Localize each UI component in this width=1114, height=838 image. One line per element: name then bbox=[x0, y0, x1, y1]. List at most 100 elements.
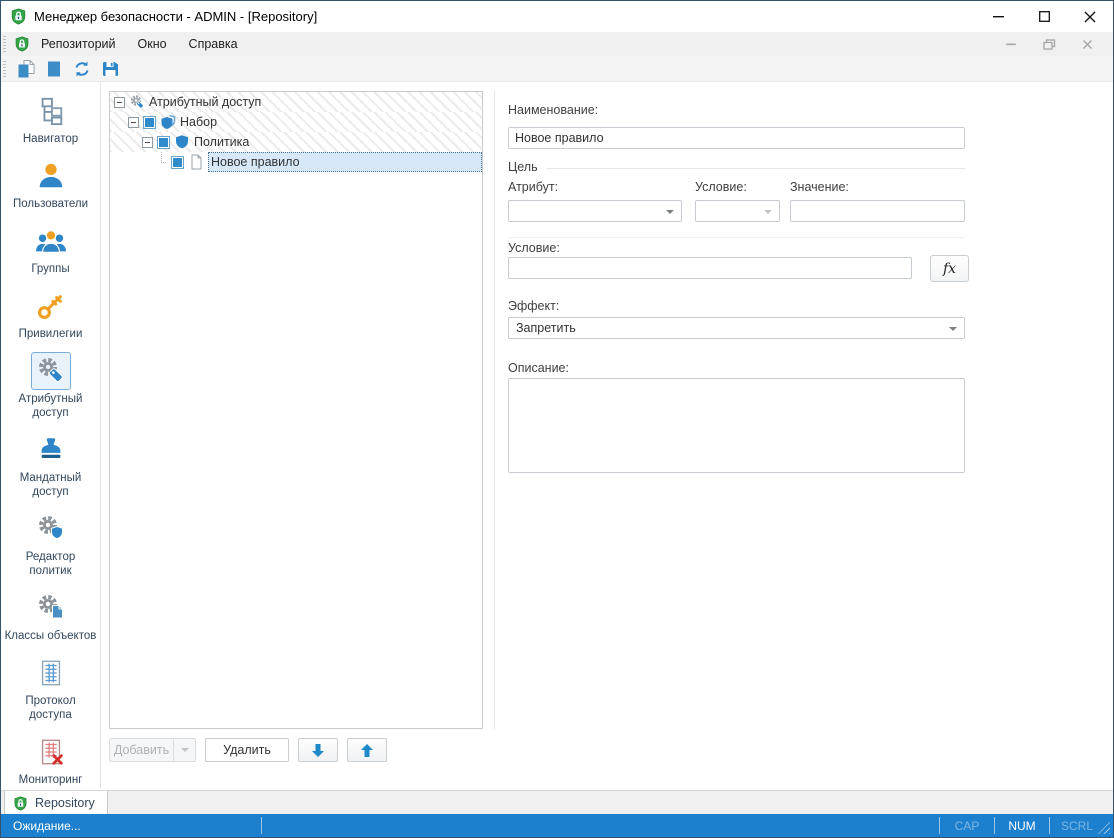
tree-checkbox[interactable] bbox=[143, 116, 156, 129]
copy-document-icon bbox=[16, 59, 36, 79]
group-divider bbox=[547, 168, 965, 169]
name-input[interactable] bbox=[508, 127, 965, 149]
tree-node-label: Новое правило bbox=[211, 155, 300, 169]
shield-stack-icon bbox=[160, 114, 176, 130]
save-icon bbox=[100, 59, 120, 79]
section-divider bbox=[508, 237, 965, 238]
caps-lock-indicator: CAP bbox=[950, 819, 984, 833]
user-icon bbox=[36, 161, 66, 191]
tree-checkbox[interactable] bbox=[171, 156, 184, 169]
sidebar-item-label: Навигатор bbox=[5, 132, 97, 146]
app-window: Менеджер безопасности - ADMIN - [Reposit… bbox=[0, 0, 1114, 838]
sidebar-item-object-classes[interactable]: Классы объектов bbox=[5, 589, 97, 643]
menu-repository[interactable]: Репозиторий bbox=[30, 32, 127, 56]
collapse-icon[interactable] bbox=[142, 137, 153, 148]
condition-dropdown[interactable] bbox=[695, 200, 780, 222]
status-bar: Ожидание... CAP NUM SCRL bbox=[1, 814, 1113, 837]
selected-tree-node[interactable]: Новое правило bbox=[208, 152, 482, 172]
value-label: Значение: bbox=[790, 180, 849, 194]
status-separator bbox=[994, 817, 995, 834]
menu-help[interactable]: Справка bbox=[178, 32, 249, 56]
attribute-dropdown[interactable] bbox=[508, 200, 682, 222]
description-textarea[interactable] bbox=[508, 378, 965, 473]
gear-tag-icon bbox=[35, 355, 67, 387]
arrow-up-icon bbox=[360, 743, 374, 758]
add-dropdown-button[interactable] bbox=[173, 739, 195, 761]
close-button[interactable] bbox=[1067, 1, 1113, 32]
expression-input[interactable] bbox=[508, 257, 912, 279]
mdi-minimize-icon[interactable] bbox=[1005, 39, 1017, 49]
toolbar-refresh-button[interactable] bbox=[68, 57, 96, 80]
arrow-down-icon bbox=[311, 743, 325, 758]
fx-button[interactable]: fx bbox=[930, 255, 969, 282]
minimize-button[interactable] bbox=[975, 1, 1021, 32]
maximize-button[interactable] bbox=[1021, 1, 1067, 32]
sidebar-item-label: Группы bbox=[5, 262, 97, 276]
shield-icon bbox=[174, 134, 190, 150]
gear-shield-icon bbox=[35, 513, 67, 545]
collapse-icon[interactable] bbox=[128, 117, 139, 128]
sidebar-item-label: Классы объектов bbox=[5, 629, 97, 643]
move-up-button[interactable] bbox=[347, 738, 387, 762]
menu-grip[interactable] bbox=[3, 36, 6, 52]
tree-row-set[interactable]: Набор bbox=[110, 112, 482, 132]
description-label: Описание: bbox=[508, 361, 569, 375]
value-input[interactable] bbox=[790, 200, 965, 222]
page-icon bbox=[188, 154, 204, 170]
panel-splitter[interactable] bbox=[494, 91, 495, 729]
sidebar-nav: Навигатор Пользователи Группы Приви bbox=[1, 82, 101, 788]
effect-dropdown-value: Запретить bbox=[516, 321, 576, 335]
sidebar-item-privileges[interactable]: Привилегии bbox=[5, 287, 97, 341]
expression-label: Условие: bbox=[508, 241, 560, 255]
toolbar-copy-button[interactable] bbox=[12, 57, 40, 80]
delete-button[interactable]: Удалить bbox=[205, 738, 289, 762]
add-button[interactable]: Добавить bbox=[109, 738, 196, 762]
add-button-label: Добавить bbox=[110, 743, 173, 757]
mdi-close-icon[interactable] bbox=[1082, 39, 1093, 50]
sidebar-item-users[interactable]: Пользователи bbox=[5, 157, 97, 211]
stamp-icon bbox=[36, 435, 66, 465]
tab-repository[interactable]: Repository bbox=[4, 791, 108, 815]
sidebar-item-mandatory-access[interactable]: Мандатный доступ bbox=[5, 431, 97, 499]
minimize-icon bbox=[993, 11, 1004, 22]
collapse-icon[interactable] bbox=[114, 97, 125, 108]
sidebar-item-attribute-access[interactable]: Атрибутный доступ bbox=[5, 352, 97, 420]
toolbar-grip[interactable] bbox=[3, 61, 6, 77]
sidebar-item-groups[interactable]: Группы bbox=[5, 222, 97, 276]
sidebar-item-label: Атрибутный доступ bbox=[5, 392, 97, 420]
table-icon bbox=[36, 658, 66, 688]
window-title: Менеджер безопасности - ADMIN - [Reposit… bbox=[34, 9, 317, 24]
toolbar bbox=[1, 56, 1113, 82]
status-message: Ожидание... bbox=[13, 819, 81, 833]
status-separator bbox=[939, 817, 940, 834]
menu-window[interactable]: Окно bbox=[127, 32, 178, 56]
toolbar-save-button[interactable] bbox=[96, 57, 124, 80]
attribute-label: Атрибут: bbox=[508, 180, 558, 194]
tree-node-label: Набор bbox=[180, 115, 217, 129]
tree-row-policy[interactable]: Политика bbox=[110, 132, 482, 152]
toolbar-open-button[interactable] bbox=[40, 57, 68, 80]
chevron-down-icon bbox=[764, 210, 772, 214]
tree-row-new-rule[interactable]: Новое правило bbox=[110, 152, 482, 172]
sidebar-item-label: Привилегии bbox=[5, 327, 97, 341]
sidebar-item-label: Редактор политик bbox=[5, 550, 97, 578]
resize-grip-icon[interactable] bbox=[1096, 820, 1110, 834]
scroll-lock-indicator: SCRL bbox=[1060, 819, 1094, 833]
fx-icon: fx bbox=[943, 261, 956, 277]
tree-row-attribute-access[interactable]: Атрибутный доступ bbox=[110, 92, 482, 112]
tree-checkbox[interactable] bbox=[157, 136, 170, 149]
move-down-button[interactable] bbox=[298, 738, 338, 762]
sidebar-item-policy-editor[interactable]: Редактор политик bbox=[5, 510, 97, 578]
document-tab-strip: Repository bbox=[1, 790, 1113, 815]
effect-dropdown[interactable]: Запретить bbox=[508, 317, 965, 339]
sidebar-item-violation-monitoring[interactable]: Мониторинг нарушений защиты bbox=[5, 733, 97, 788]
mdi-shield-lock-icon bbox=[14, 36, 30, 52]
mdi-restore-icon[interactable] bbox=[1043, 39, 1056, 50]
sidebar-item-navigator[interactable]: Навигатор bbox=[5, 92, 97, 146]
refresh-icon bbox=[72, 59, 92, 79]
tree-connector bbox=[156, 152, 167, 172]
tree-node-label: Политика bbox=[194, 135, 249, 149]
policy-tree: Атрибутный доступ Набор Политика bbox=[109, 91, 483, 729]
sidebar-item-access-log[interactable]: Протокол доступа bbox=[5, 654, 97, 722]
status-separator bbox=[261, 817, 262, 834]
